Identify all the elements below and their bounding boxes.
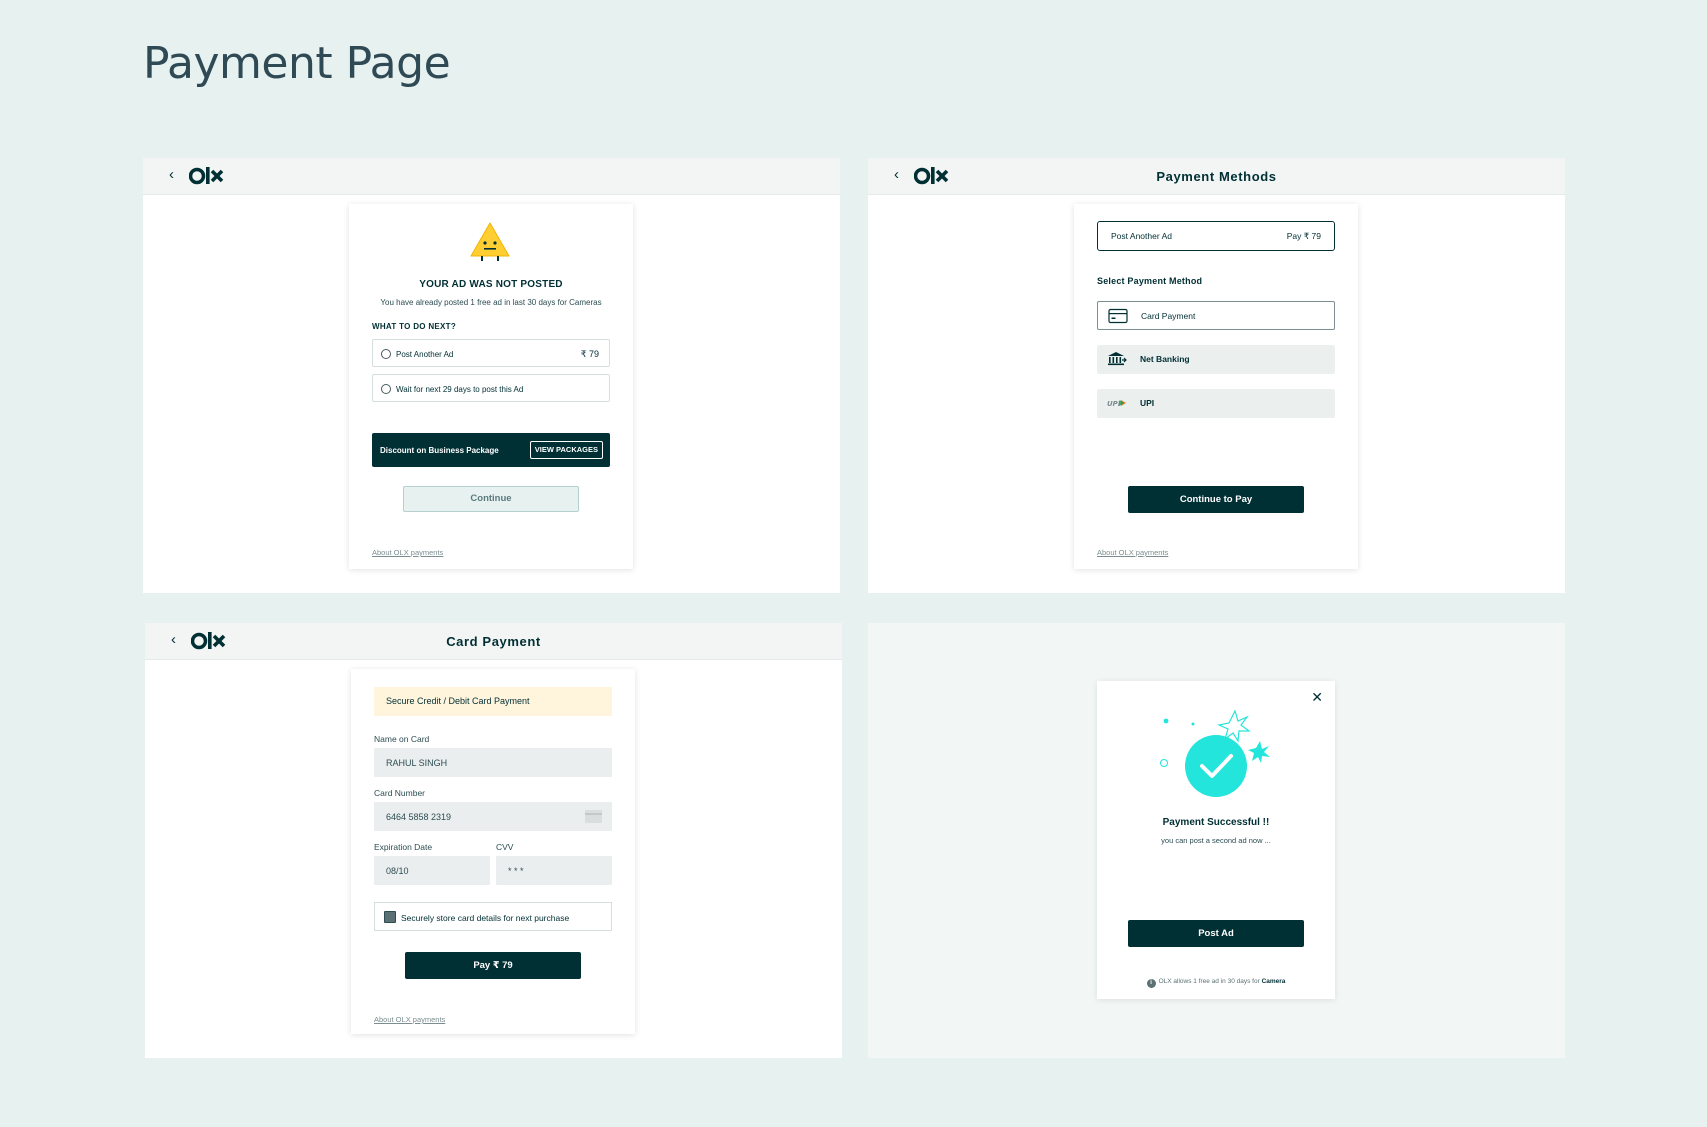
header-title: Card Payment: [446, 634, 541, 649]
olx-logo[interactable]: [189, 164, 227, 188]
svg-text:UPI: UPI: [1107, 400, 1121, 408]
header-title: Payment Methods: [1156, 169, 1277, 184]
free-ad-note: i OLX allows 1 free ad in 30 days for Cam…: [1097, 978, 1335, 988]
section-label: Select Payment Method: [1097, 276, 1203, 286]
name-on-card-label: Name on Card: [374, 734, 430, 744]
card-number-value: 6464 5858 2319: [386, 812, 452, 822]
post-ad-button[interactable]: Post Ad: [1128, 920, 1304, 947]
note-text: OLX allows 1 free ad in 30 days for: [1158, 978, 1260, 985]
product-label: Post Another Ad: [1111, 231, 1172, 241]
store-card-label: Securely store card details for next pur…: [401, 913, 570, 923]
business-package-banner: Discount on Business Package VIEW PACKAG…: [372, 433, 610, 467]
method-label: UPI: [1140, 398, 1155, 408]
top-bar: ‹: [143, 158, 840, 195]
success-dialog: ✕ Payment Successful !! you can post a s…: [1097, 681, 1335, 999]
radio-button[interactable]: [381, 349, 391, 359]
card-number-label: Card Number: [374, 788, 426, 798]
card-icon: [1108, 308, 1128, 324]
store-card-option[interactable]: Securely store card details for next pur…: [374, 902, 612, 931]
next-step-question: WHAT TO DO NEXT?: [372, 322, 457, 331]
ad-not-posted-screen: ‹ YOUR AD WAS NOT POSTED You have alread…: [143, 158, 840, 593]
not-posted-card: YOUR AD WAS NOT POSTED You have already …: [349, 204, 633, 569]
option-label: Post Another Ad: [396, 350, 454, 359]
card-number-input[interactable]: 6464 5858 2319: [374, 802, 612, 831]
expiration-date-input[interactable]: 08/10: [374, 856, 490, 885]
bank-icon: [1108, 352, 1127, 366]
promo-text: Discount on Business Package: [380, 446, 499, 455]
card-payment-card: Secure Credit / Debit Card Payment Name …: [351, 669, 635, 1034]
chevron-left-icon[interactable]: ‹: [169, 166, 174, 183]
cvv-label: CVV: [496, 842, 514, 852]
payment-methods-card: Post Another Ad Pay ₹ 79 Select Payment …: [1074, 204, 1358, 569]
pay-button[interactable]: Pay ₹ 79: [405, 952, 581, 979]
success-check-icon: [1160, 709, 1270, 797]
method-upi[interactable]: UPI UPI: [1097, 389, 1335, 418]
method-label: Card Payment: [1141, 311, 1196, 321]
option-post-another-ad[interactable]: Post Another Ad ₹ 79: [372, 339, 610, 367]
cvv-input[interactable]: * * *: [496, 856, 612, 885]
not-posted-subtitle: You have already posted 1 free ad in las…: [380, 298, 602, 307]
about-olx-payments-link[interactable]: About OLX payments: [374, 1015, 445, 1024]
card-payment-screen: ‹ Card Payment Secure Credit / Debit Car…: [145, 623, 842, 1058]
note-highlight: Camera: [1261, 978, 1286, 985]
method-net-banking[interactable]: Net Banking: [1097, 345, 1335, 374]
option-label: Wait for next 29 days to post this Ad: [396, 385, 524, 394]
not-posted-title: YOUR AD WAS NOT POSTED: [419, 279, 563, 290]
about-olx-payments-link[interactable]: About OLX payments: [1097, 548, 1168, 557]
continue-to-pay-button[interactable]: Continue to Pay: [1128, 486, 1304, 513]
top-bar: ‹ Payment Methods: [868, 158, 1565, 195]
product-price: Pay ₹ 79: [1286, 231, 1321, 241]
info-icon: i: [1146, 979, 1156, 988]
option-wait[interactable]: Wait for next 29 days to post this Ad: [372, 374, 610, 402]
about-olx-payments-link[interactable]: About OLX payments: [372, 548, 443, 557]
continue-button[interactable]: Continue: [403, 486, 579, 512]
top-bar: ‹ Card Payment: [145, 623, 842, 660]
payment-success-screen: ✕ Payment Successful !! you can post a s…: [868, 623, 1565, 1058]
secure-payment-banner: Secure Credit / Debit Card Payment: [374, 687, 612, 716]
sad-warning-icon: [470, 222, 510, 261]
close-icon[interactable]: ✕: [1311, 689, 1323, 706]
store-card-checkbox[interactable]: [384, 911, 396, 923]
method-label: Net Banking: [1140, 354, 1190, 364]
option-price: ₹ 79: [580, 349, 599, 359]
expiration-date-label: Expiration Date: [374, 842, 433, 852]
view-packages-button[interactable]: VIEW PACKAGES: [529, 441, 603, 459]
selected-product: Post Another Ad Pay ₹ 79: [1097, 221, 1335, 251]
page-title: Payment Page: [143, 38, 451, 89]
name-on-card-input[interactable]: RAHUL SINGH: [374, 748, 612, 777]
success-title: Payment Successful !!: [1162, 817, 1270, 828]
payment-methods-screen: ‹ Payment Methods Post Another Ad Pay ₹ …: [868, 158, 1565, 593]
radio-button[interactable]: [381, 384, 391, 394]
success-subtitle: you can post a second ad now ...: [1161, 836, 1271, 845]
card-brand-icon: [585, 810, 602, 823]
upi-icon: UPI: [1107, 400, 1126, 408]
method-card-payment[interactable]: Card Payment: [1097, 301, 1335, 330]
